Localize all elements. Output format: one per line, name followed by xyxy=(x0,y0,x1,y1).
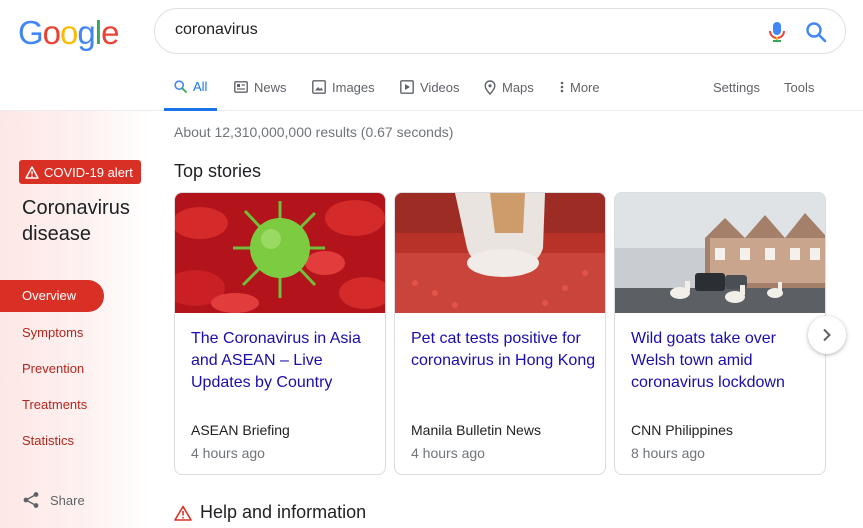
story-card[interactable]: The Coronavirus in Asia and ASEAN – Live… xyxy=(174,192,386,475)
warning-icon xyxy=(174,505,192,521)
story-headline[interactable]: Pet cat tests positive for coronavirus i… xyxy=(411,328,597,372)
story-card[interactable]: Pet cat tests positive for coronavirus i… xyxy=(394,192,606,475)
tab-images[interactable]: Images xyxy=(312,64,375,110)
sidebar-item-overview[interactable]: Overview xyxy=(0,280,104,312)
map-pin-icon xyxy=(484,79,496,95)
share-label: Share xyxy=(50,492,85,508)
microphone-icon[interactable] xyxy=(767,21,787,43)
image-icon xyxy=(312,80,326,94)
logo-letter: o xyxy=(60,14,78,51)
search-box[interactable] xyxy=(154,8,846,54)
google-logo[interactable]: Google xyxy=(18,14,119,52)
sidebar-item-statistics[interactable]: Statistics xyxy=(22,433,74,448)
help-title: Help and information xyxy=(200,502,367,522)
covid-alert-badge: COVID-19 alert xyxy=(19,160,141,184)
sidebar-title: Coronavirus disease xyxy=(22,197,130,245)
share-icon xyxy=(23,492,39,508)
tab-tools[interactable]: Tools xyxy=(784,64,814,110)
logo-letter: g xyxy=(77,14,95,51)
tab-label: Videos xyxy=(420,79,460,95)
covid-sidebar: COVID-19 alert Coronavirus disease Overv… xyxy=(0,111,150,528)
tab-label: News xyxy=(254,79,287,95)
help-section-heading: Help and information xyxy=(174,502,366,523)
story-time: 4 hours ago xyxy=(191,445,265,461)
logo-letter: e xyxy=(101,14,119,51)
story-source: CNN Philippines xyxy=(631,422,733,438)
warning-icon xyxy=(25,165,39,179)
top-stories-title: Top stories xyxy=(174,161,262,181)
logo-letter: o xyxy=(42,14,61,51)
tab-label: All xyxy=(193,78,208,94)
tab-label: Maps xyxy=(502,79,534,95)
logo-letter: G xyxy=(18,14,44,51)
search-tabs: All News Images Videos Maps More Setting… xyxy=(0,64,863,111)
story-source: ASEAN Briefing xyxy=(191,422,290,438)
tab-label: Settings xyxy=(713,79,760,95)
alert-label: COVID-19 alert xyxy=(44,164,133,180)
news-icon xyxy=(234,81,248,93)
search-input[interactable] xyxy=(175,21,735,39)
tab-all[interactable]: All xyxy=(164,64,218,111)
story-headline[interactable]: The Coronavirus in Asia and ASEAN – Live… xyxy=(191,328,377,394)
story-time: 4 hours ago xyxy=(411,445,485,461)
story-thumbnail xyxy=(175,193,385,313)
story-source: Manila Bulletin News xyxy=(411,422,541,438)
search-icon[interactable] xyxy=(805,21,827,43)
tab-news[interactable]: News xyxy=(234,64,287,110)
story-thumbnail xyxy=(395,193,605,313)
story-thumbnail xyxy=(615,193,825,313)
tab-label: Tools xyxy=(784,79,815,95)
sidebar-item-prevention[interactable]: Prevention xyxy=(22,361,84,376)
result-stats: About 12,310,000,000 results (0.67 secon… xyxy=(174,124,454,140)
tab-settings[interactable]: Settings xyxy=(713,64,760,110)
tab-label: Images xyxy=(332,79,375,95)
sidebar-item-treatments[interactable]: Treatments xyxy=(22,397,87,412)
story-time: 8 hours ago xyxy=(631,445,705,461)
tab-maps[interactable]: Maps xyxy=(484,64,534,110)
sidebar-item-symptoms[interactable]: Symptoms xyxy=(22,325,83,340)
tab-label: More xyxy=(570,79,600,95)
carousel-next-button[interactable] xyxy=(808,316,846,354)
tab-more[interactable]: More xyxy=(560,64,600,110)
more-vert-icon xyxy=(560,81,564,93)
story-card[interactable]: Wild goats take over Welsh town amid cor… xyxy=(614,192,826,475)
share-button[interactable]: Share xyxy=(22,491,85,509)
story-headline[interactable]: Wild goats take over Welsh town amid cor… xyxy=(631,328,817,394)
video-icon xyxy=(400,80,414,94)
tab-videos[interactable]: Videos xyxy=(400,64,460,110)
search-icon xyxy=(174,79,187,93)
chevron-right-icon xyxy=(823,328,831,342)
